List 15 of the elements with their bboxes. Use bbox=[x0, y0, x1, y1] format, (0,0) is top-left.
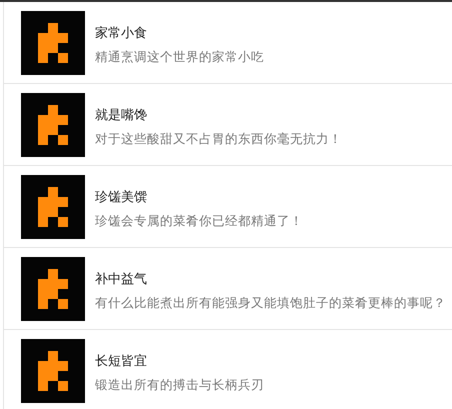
achievement-title: 就是嘴馋 bbox=[95, 106, 148, 124]
achievement-icon bbox=[21, 174, 85, 238]
achievement-title: 长短皆宜 bbox=[95, 353, 148, 370]
achievement-icon bbox=[21, 92, 85, 156]
achievement-icon bbox=[21, 256, 85, 320]
achievement-description: 精通烹调这个世界的家常小吃 bbox=[95, 48, 264, 66]
achievement-title: 家常小食 bbox=[95, 24, 148, 42]
achievement-description: 有什么比能煮出所有能强身又能填饱肚子的菜肴更棒的事呢？ bbox=[95, 294, 446, 312]
achievement-description: 对于这些酸甜又不占胃的东西你毫无抗力！ bbox=[95, 130, 342, 148]
achievement-description: 珍馐会专属的菜肴你已经都精通了！ bbox=[95, 212, 303, 230]
achievement-icon bbox=[21, 10, 85, 74]
achievement-title: 补中益气 bbox=[95, 270, 148, 288]
achievement-icon bbox=[21, 339, 85, 403]
achievement-description: 锻造出所有的搏击与长柄兵刃 bbox=[95, 377, 264, 394]
achievement-title: 珍馐美馔 bbox=[95, 188, 148, 206]
